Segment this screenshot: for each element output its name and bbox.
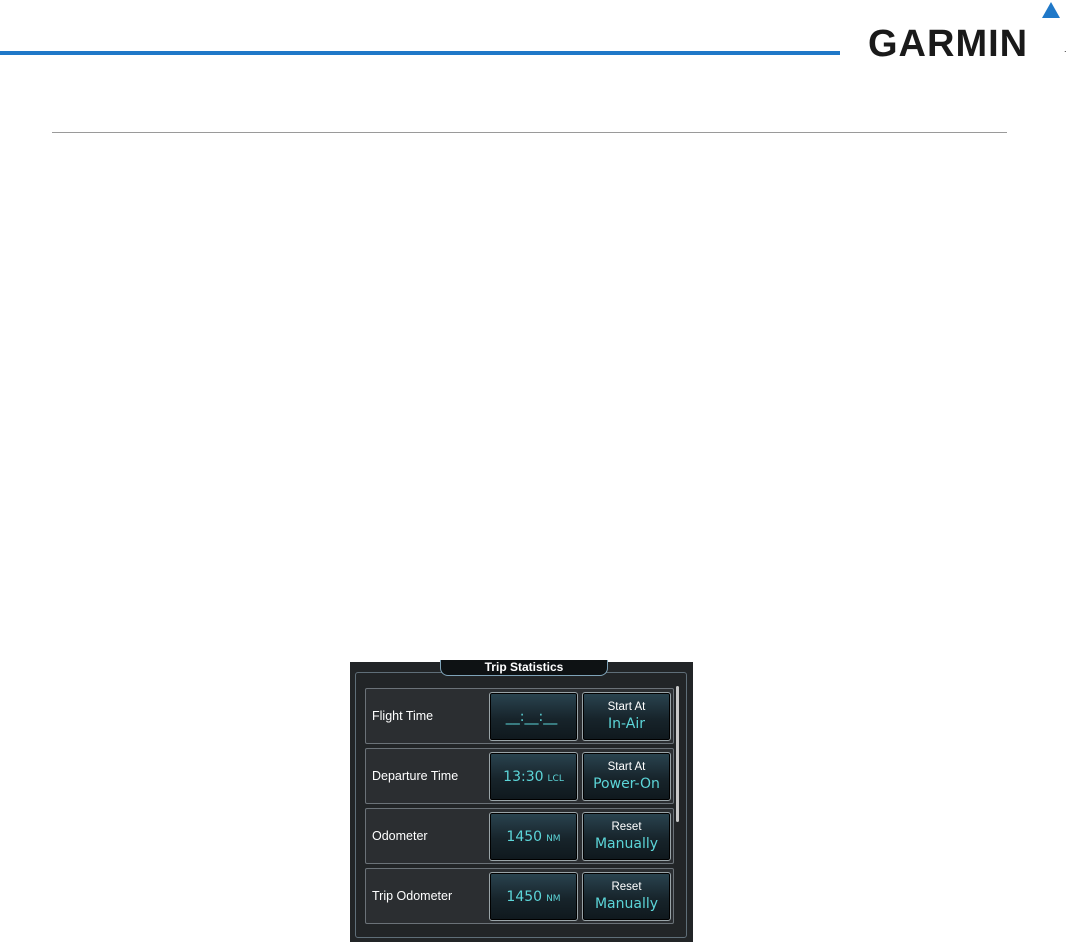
- value-text: 1450 NM: [490, 828, 577, 848]
- row-departure-time: Departure Time 13:30 LCL Start At Power-O…: [365, 748, 674, 804]
- trip-odometer-mode-button[interactable]: Reset Manually: [582, 872, 671, 921]
- mode-bottom-label: In-Air: [608, 716, 645, 732]
- row-label: Odometer: [372, 829, 428, 843]
- logo-registered-mark: .: [1064, 44, 1067, 54]
- scrollbar[interactable]: [676, 686, 679, 822]
- mode-bottom-label: Power-On: [593, 776, 660, 792]
- row-trip-odometer: Trip Odometer 1450 NM Reset Manually: [365, 868, 674, 924]
- flight-time-mode-button[interactable]: Start At In-Air: [582, 692, 671, 741]
- unit: NM: [546, 834, 561, 844]
- value-text: 13:30 LCL: [490, 768, 577, 788]
- panel-title: Trip Statistics: [440, 660, 608, 676]
- unit: NM: [546, 894, 561, 904]
- departure-time-mode-button[interactable]: Start At Power-On: [582, 752, 671, 801]
- manual-page: GARMIN . Trip Statistics Flight Time __:…: [0, 0, 1080, 942]
- departure-time-value-button[interactable]: 13:30 LCL: [489, 752, 578, 801]
- row-flight-time: Flight Time __:__:__ Start At In-Air: [365, 688, 674, 744]
- row-label: Flight Time: [372, 709, 434, 723]
- mode-top-label: Start At: [607, 701, 646, 713]
- mode-bottom-label: Manually: [594, 836, 659, 852]
- mode-top-label: Reset: [611, 821, 642, 833]
- mode-top-label: Reset: [611, 881, 642, 893]
- mode-top-label: Start At: [607, 761, 646, 773]
- value-text: 1450 NM: [490, 888, 577, 908]
- flight-time-value-button[interactable]: __:__:__: [489, 692, 578, 741]
- row-label: Trip Odometer: [372, 889, 453, 903]
- logo-text: GARMIN: [868, 23, 1029, 65]
- value-text: __:__:__: [490, 708, 577, 728]
- mode-bottom-label: Manually: [594, 896, 659, 912]
- logo-triangle-icon: [1042, 2, 1060, 18]
- value: __:__:__: [505, 709, 558, 725]
- row-odometer: Odometer 1450 NM Reset Manually: [365, 808, 674, 864]
- value: 13:30: [503, 769, 544, 785]
- value: 1450: [506, 829, 543, 845]
- trip-odometer-value-button[interactable]: 1450 NM: [489, 872, 578, 921]
- section-rule: [52, 132, 1007, 133]
- header-rule: [0, 51, 840, 55]
- odometer-mode-button[interactable]: Reset Manually: [582, 812, 671, 861]
- value: 1450: [506, 889, 543, 905]
- odometer-value-button[interactable]: 1450 NM: [489, 812, 578, 861]
- unit: LCL: [547, 774, 564, 784]
- garmin-logo: GARMIN .: [868, 2, 1073, 65]
- row-label: Departure Time: [372, 769, 459, 783]
